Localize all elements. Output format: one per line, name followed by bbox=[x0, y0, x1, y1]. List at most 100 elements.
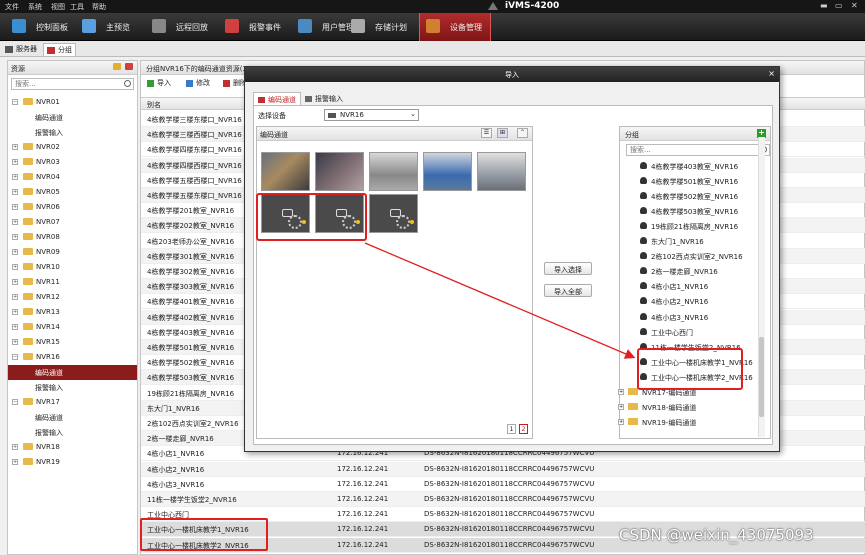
collapse-icon[interactable]: ⌃ bbox=[517, 128, 528, 138]
maximize-icon[interactable]: ▭ bbox=[835, 1, 843, 10]
expand-icon[interactable]: + bbox=[12, 174, 18, 180]
expand-icon[interactable]: + bbox=[12, 144, 18, 150]
tree-item[interactable]: 报警输入 bbox=[8, 125, 137, 140]
menu-file[interactable]: 文件 bbox=[5, 2, 19, 12]
tree-folder[interactable]: + NVR09 bbox=[8, 245, 137, 260]
expand-icon[interactable]: + bbox=[12, 459, 18, 465]
expand-icon[interactable]: + bbox=[12, 294, 18, 300]
tree-label: NVR02 bbox=[36, 143, 60, 151]
menu-help[interactable]: 帮助 bbox=[92, 2, 106, 12]
expand-icon[interactable]: + bbox=[12, 249, 18, 255]
channel-thumbnail[interactable] bbox=[261, 152, 310, 191]
expand-icon[interactable]: + bbox=[12, 264, 18, 270]
camera-icon bbox=[640, 297, 647, 305]
import-all-button[interactable]: 导入全部 bbox=[544, 284, 592, 297]
tree-folder[interactable]: + NVR08 bbox=[8, 230, 137, 245]
tree-folder[interactable]: − NVR01 bbox=[8, 95, 137, 110]
expand-icon[interactable]: + bbox=[618, 403, 624, 410]
expand-icon[interactable]: + bbox=[12, 234, 18, 240]
tree-item[interactable]: 编码通道 bbox=[8, 410, 137, 425]
tree-folder[interactable]: + NVR15 bbox=[8, 335, 137, 350]
channel-thumbnail[interactable] bbox=[315, 152, 364, 191]
table-row[interactable]: 11栋一楼学生饭堂2_NVR16 172.16.12.241 DS-8632N-I8… bbox=[141, 492, 865, 507]
tree-item[interactable]: 编码通道 bbox=[8, 365, 137, 380]
table-row[interactable]: 4栋小店2_NVR16 172.16.12.241 DS-8632N-I816201… bbox=[141, 461, 865, 477]
collapse-icon[interactable]: − bbox=[12, 399, 18, 405]
tree-folder[interactable]: + NVR06 bbox=[8, 200, 137, 215]
expand-icon[interactable]: + bbox=[12, 204, 18, 210]
nav-tab-7[interactable]: 设备管理 bbox=[419, 13, 491, 41]
tab-servers[interactable]: 服务器 bbox=[2, 43, 40, 56]
add-folder-icon[interactable] bbox=[113, 63, 121, 70]
tree-folder[interactable]: + NVR11 bbox=[8, 275, 137, 290]
grid-view-icon[interactable]: ⊞ bbox=[497, 128, 508, 138]
device-select[interactable]: NVR16 ⌄ bbox=[324, 109, 419, 121]
collapse-icon[interactable]: − bbox=[12, 354, 18, 360]
list-view-icon[interactable]: ☰ bbox=[481, 128, 492, 138]
tree-folder[interactable]: + NVR18 bbox=[8, 440, 137, 455]
tree-folder[interactable]: + NVR05 bbox=[8, 185, 137, 200]
expand-icon[interactable]: + bbox=[618, 388, 624, 395]
expand-icon[interactable]: + bbox=[12, 189, 18, 195]
page-1-button[interactable]: 1 bbox=[507, 424, 516, 434]
nav-tab-3[interactable]: 远程回放 bbox=[146, 13, 212, 41]
tree-folder[interactable]: + NVR04 bbox=[8, 170, 137, 185]
tab-groups[interactable]: 分组 bbox=[43, 43, 76, 56]
expand-icon[interactable]: + bbox=[12, 324, 18, 330]
tree-folder[interactable]: − NVR17 bbox=[8, 395, 137, 410]
column-alias[interactable]: 别名 bbox=[147, 100, 161, 110]
page-2-button[interactable]: 2 bbox=[519, 424, 528, 434]
camera-icon bbox=[640, 312, 647, 320]
group-search-input[interactable] bbox=[627, 145, 747, 155]
tree-folder[interactable]: + NVR02 bbox=[8, 140, 137, 155]
channel-thumbnail[interactable] bbox=[369, 152, 418, 191]
expand-icon[interactable]: + bbox=[12, 339, 18, 345]
tree-folder[interactable]: + NVR03 bbox=[8, 155, 137, 170]
delete-folder-icon[interactable] bbox=[125, 63, 133, 70]
tree-folder[interactable]: + NVR19 bbox=[8, 455, 137, 470]
import-button[interactable]: 导入 bbox=[147, 78, 171, 88]
group-scrollbar-thumb[interactable] bbox=[759, 337, 764, 417]
nav-tab-4[interactable]: 报警事件 bbox=[219, 13, 285, 41]
channel-thumbnail[interactable] bbox=[477, 152, 526, 191]
collapse-icon[interactable]: − bbox=[12, 99, 18, 105]
tree-folder[interactable]: + NVR13 bbox=[8, 305, 137, 320]
menu-view[interactable]: 视图 bbox=[51, 2, 65, 12]
tree-folder[interactable]: + NVR12 bbox=[8, 290, 137, 305]
expand-icon[interactable]: + bbox=[12, 159, 18, 165]
nav-tab-6[interactable]: 存储计划 bbox=[345, 13, 411, 41]
tree-item[interactable]: 编码通道 bbox=[8, 110, 137, 125]
dialog-close-icon[interactable]: × bbox=[768, 69, 775, 78]
group-search[interactable] bbox=[626, 144, 770, 156]
camera-icon bbox=[640, 192, 647, 200]
table-row[interactable]: 4栋小店3_NVR16 172.16.12.241 DS-8632N-I816201… bbox=[141, 477, 865, 492]
folder-icon bbox=[23, 308, 33, 315]
expand-icon[interactable]: + bbox=[12, 219, 18, 225]
resource-search[interactable] bbox=[11, 78, 134, 90]
tree-folder[interactable]: − NVR16 bbox=[8, 350, 137, 365]
channel-thumbnail[interactable] bbox=[423, 152, 472, 191]
expand-icon[interactable]: + bbox=[12, 309, 18, 315]
modify-button[interactable]: 修改 bbox=[186, 78, 210, 88]
menu-system[interactable]: 系统 bbox=[28, 2, 42, 12]
offline-channel-thumbnail[interactable] bbox=[369, 194, 418, 233]
nav-tab-1[interactable]: 控制面板 bbox=[6, 13, 72, 41]
tree-item[interactable]: 报警输入 bbox=[8, 380, 137, 395]
tree-folder[interactable]: + NVR07 bbox=[8, 215, 137, 230]
close-window-icon[interactable]: ✕ bbox=[851, 1, 858, 10]
tree-item[interactable]: 报警输入 bbox=[8, 425, 137, 440]
nav-tab-2[interactable]: 主预览 bbox=[76, 13, 142, 41]
minimize-icon[interactable]: ▬ bbox=[820, 1, 828, 10]
tree-folder[interactable]: + NVR10 bbox=[8, 260, 137, 275]
expand-icon[interactable]: + bbox=[618, 418, 624, 425]
expand-icon[interactable]: + bbox=[12, 279, 18, 285]
tab-alarm-input[interactable]: 报警输入 bbox=[301, 92, 347, 105]
tree-folder[interactable]: + NVR14 bbox=[8, 320, 137, 335]
expand-icon[interactable]: + bbox=[12, 444, 18, 450]
import-selected-button[interactable]: 导入选择 bbox=[544, 262, 592, 275]
menu-tools[interactable]: 工具 bbox=[70, 2, 84, 12]
search-icon[interactable] bbox=[124, 80, 131, 87]
resource-search-input[interactable] bbox=[12, 79, 133, 89]
tree-label: NVR08 bbox=[36, 233, 60, 241]
tab-encoding-channel[interactable]: 编码通道 bbox=[253, 92, 301, 105]
